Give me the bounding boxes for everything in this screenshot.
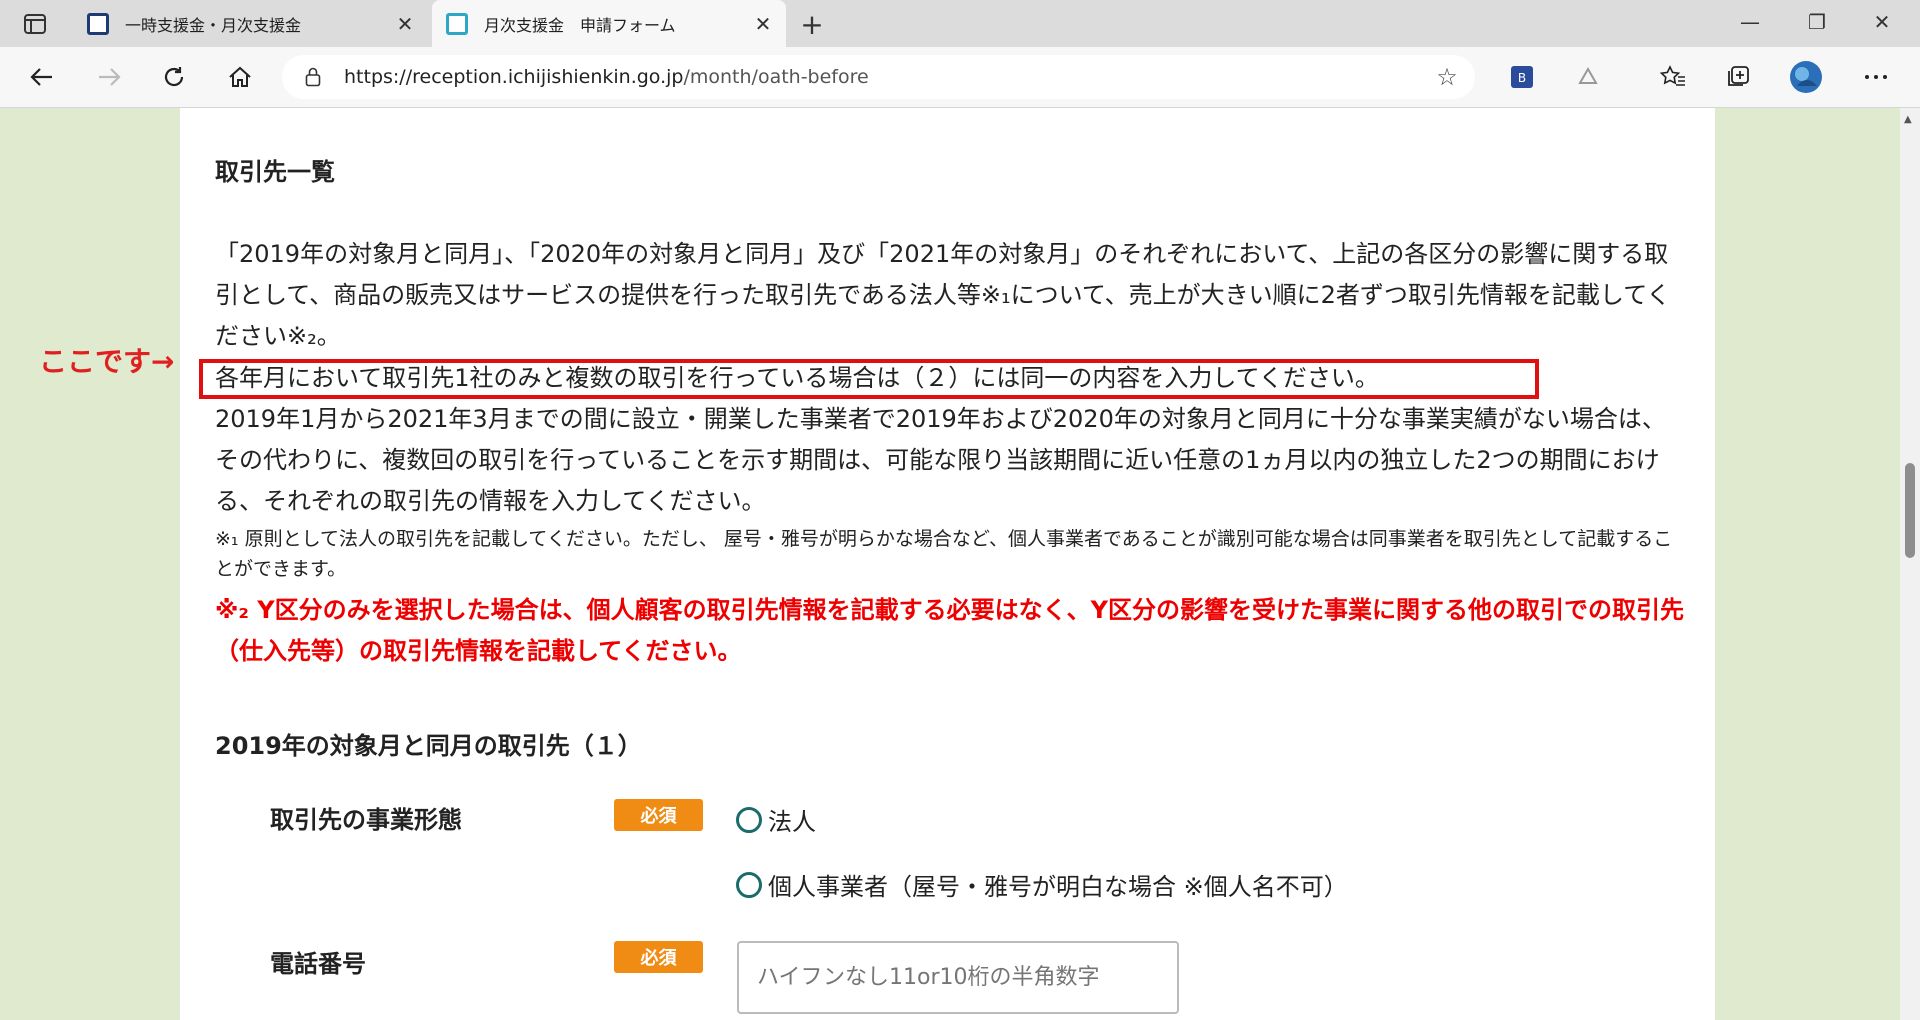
tab-actions-icon <box>24 14 46 34</box>
radio-circle-icon[interactable] <box>736 806 762 833</box>
collections-button[interactable] <box>1719 59 1759 95</box>
business-type-label: 取引先の事業形態 <box>270 806 462 834</box>
radio-individual[interactable]: 個人事業者（屋号・雅号が明白な場合 ※個人名不可） <box>736 867 1348 902</box>
section-title: 取引先一覧 <box>215 158 335 186</box>
close-tab-icon[interactable]: ✕ <box>748 12 778 36</box>
more-dots-icon <box>1865 75 1887 79</box>
extension-button-2[interactable] <box>1568 59 1608 95</box>
radio-label: 個人事業者（屋号・雅号が明白な場合 ※個人名不可） <box>768 873 1348 901</box>
footnote-1: ※₁ 原則として法人の取引先を記載してください。ただし、 屋号・雅号が明らかな場… <box>215 528 1673 580</box>
scroll-up-arrow-icon[interactable]: ▲ <box>1904 114 1912 125</box>
collections-icon <box>1728 66 1749 86</box>
tab-title: 一時支援金・月次支援金 <box>125 15 302 35</box>
tab-strip: 一時支援金・月次支援金 ✕ 月次支援金 申請フォーム ✕ + — ❐ ✕ <box>0 0 1920 47</box>
restore-button[interactable]: ❐ <box>1788 4 1846 40</box>
callout-annotation: ここです→ <box>39 345 175 378</box>
required-badge: 必須 <box>614 941 703 973</box>
tab-ichiji[interactable]: 一時支援金・月次支援金 ✕ <box>73 0 428 47</box>
favorites-button[interactable] <box>1653 59 1693 95</box>
refresh-button[interactable] <box>154 59 194 95</box>
radio-corporation[interactable]: 法人 <box>736 802 816 837</box>
forward-arrow-icon <box>99 68 121 86</box>
phone-number-input[interactable] <box>737 941 1179 1014</box>
radio-label: 法人 <box>768 808 816 836</box>
vertical-scrollbar[interactable]: ▲ <box>1900 108 1920 1020</box>
phone-label: 電話番号 <box>270 950 366 978</box>
tab-geppi-form[interactable]: 月次支援金 申請フォーム ✕ <box>432 0 786 47</box>
highlighted-instruction: 各年月において取引先1社のみと複数の取引を行っている場合は（２）には同一の内容を… <box>215 364 1379 392</box>
minimize-button[interactable]: — <box>1721 4 1779 40</box>
startup-instruction: 2019年1月から2021年3月までの間に設立・開業した事業者で2019年および… <box>215 405 1666 515</box>
extension-icon: B <box>1511 66 1533 88</box>
footnote-2-warning: ※₂ Y区分のみを選択した場合は、個人顧客の取引先情報を記載する必要はなく、Y区… <box>215 596 1684 665</box>
address-bar[interactable]: https://reception.ichijishienkin.go.jp/m… <box>282 55 1475 99</box>
back-button[interactable] <box>22 59 62 95</box>
svg-text:B: B <box>1518 71 1526 85</box>
url-text[interactable]: https://reception.ichijishienkin.go.jp/m… <box>344 66 1427 88</box>
browser-toolbar: https://reception.ichijishienkin.go.jp/m… <box>0 47 1920 108</box>
subsection-title: 2019年の対象月と同月の取引先（１） <box>215 732 642 760</box>
tab-actions-button[interactable] <box>12 8 58 40</box>
site-favicon-icon <box>446 12 468 35</box>
instruction-paragraph: 「2019年の対象月と同月」、「2020年の対象月と同月」及び「2021年の対象… <box>215 240 1671 350</box>
profile-button[interactable] <box>1786 59 1826 95</box>
extension-2-icon <box>1578 66 1598 84</box>
url-host: https://reception.ichijishienkin.go.jp <box>344 66 684 88</box>
close-window-button[interactable]: ✕ <box>1853 4 1911 40</box>
home-button[interactable] <box>220 59 260 95</box>
back-arrow-icon <box>30 68 52 86</box>
scroll-thumb[interactable] <box>1905 463 1915 558</box>
new-tab-button[interactable]: + <box>795 7 829 41</box>
settings-menu-button[interactable] <box>1856 59 1896 95</box>
close-tab-icon[interactable]: ✕ <box>390 12 420 36</box>
site-favicon-icon <box>87 12 109 35</box>
url-path: /month/oath-before <box>683 66 869 88</box>
radio-circle-icon[interactable] <box>736 871 762 898</box>
home-icon <box>229 66 251 87</box>
profile-avatar-icon <box>1790 61 1822 93</box>
forward-button[interactable] <box>89 59 129 95</box>
add-favorite-icon[interactable]: ☆ <box>1427 57 1467 97</box>
favorites-icon <box>1660 65 1685 86</box>
required-badge: 必須 <box>614 799 703 831</box>
extension-button[interactable]: B <box>1502 59 1542 95</box>
refresh-icon <box>164 67 184 87</box>
tab-title: 月次支援金 申請フォーム <box>484 15 676 35</box>
lock-icon[interactable] <box>302 66 324 88</box>
